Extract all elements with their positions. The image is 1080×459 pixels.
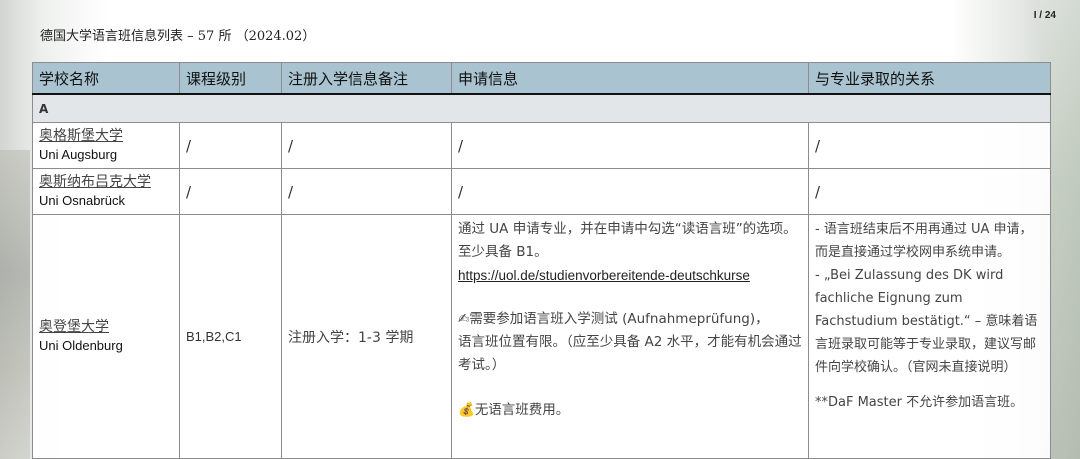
column-header-enrollment: 注册入学信息备注 xyxy=(281,62,452,95)
enrollment-cell: 注册入学：1-3 学期 xyxy=(281,214,452,459)
column-header-application: 申请信息 xyxy=(451,62,809,95)
table-header-row: 学校名称 课程级别 注册入学信息备注 申请信息 与专业录取的关系 xyxy=(32,62,1051,95)
document-title: 德国大学语言班信息列表 – 57 所 （2024.02） xyxy=(40,29,316,44)
school-name-cn-link[interactable]: 奥斯纳布吕克大学 xyxy=(39,173,173,191)
table-row: 奥格斯堡大学 Uni Augsburg / / / / xyxy=(32,122,1051,169)
relation-note-1: - 语言班结束后不用再通过 UA 申请，而是直接通过学校网申系统申请。 xyxy=(815,222,1033,260)
section-row: A xyxy=(32,93,1051,123)
application-cell: 通过 UA 申请专业，并在申请中勾选“读语言班”的选项。至少具备 B1。 htt… xyxy=(451,214,809,459)
capacity-note: 语言班位置有限。（应至少具备 A2 水平，才能有机会通过考试。） xyxy=(458,334,802,373)
money-bag-icon: 💰 xyxy=(458,402,475,418)
relation-note-2: - „Bei Zulassung des DK wird fachliche E… xyxy=(815,268,1038,375)
language-course-table: 学校名称 课程级别 注册入学信息备注 申请信息 与专业录取的关系 A 奥格斯堡大… xyxy=(32,62,1051,459)
application-cell: / xyxy=(451,168,809,215)
relation-note-3: **DaF Master 不允许参加语言班。 xyxy=(815,395,1024,410)
column-header-school: 学校名称 xyxy=(32,62,180,95)
writing-hand-icon: ✍ xyxy=(458,311,470,327)
level-cell: / xyxy=(179,122,282,169)
school-name-en: Uni Oldenburg xyxy=(39,337,123,353)
column-header-level: 课程级别 xyxy=(179,62,282,95)
application-text: 通过 UA 申请专业，并在申请中勾选“读语言班”的选项。至少具备 B1。 xyxy=(458,221,797,260)
school-name-cn-link[interactable]: 奥格斯堡大学 xyxy=(39,127,173,145)
school-name-en: Uni Osnabrück xyxy=(39,192,125,208)
entrance-test-note: ✍需要参加语言班入学测试 (Aufnahmeprüfung)， xyxy=(458,311,769,327)
application-cell: / xyxy=(451,122,809,169)
school-cell: 奥格斯堡大学 Uni Augsburg xyxy=(32,122,180,169)
fee-note: 💰无语言班费用。 xyxy=(458,402,570,418)
enrollment-cell: / xyxy=(281,122,452,169)
level-cell: / xyxy=(179,168,282,215)
course-info-link[interactable]: https://uol.de/studienvorbereitende-deut… xyxy=(458,268,750,283)
relation-cell: / xyxy=(808,168,1051,215)
page-number: I / 24 xyxy=(1033,10,1056,21)
enrollment-cell: / xyxy=(281,168,452,215)
background-photo-left xyxy=(0,150,30,459)
column-header-relation: 与专业录取的关系 xyxy=(808,62,1051,95)
table-row: 奥登堡大学 Uni Oldenburg B1,B2,C1 注册入学：1-3 学期… xyxy=(32,214,1051,459)
table-row: 奥斯纳布吕克大学 Uni Osnabrück / / / / xyxy=(32,168,1051,215)
school-name-cn-link[interactable]: 奥登堡大学 xyxy=(39,318,173,336)
section-label: A xyxy=(32,93,1051,123)
relation-cell: - 语言班结束后不用再通过 UA 申请，而是直接通过学校网申系统申请。 - „B… xyxy=(808,214,1051,459)
school-cell: 奥斯纳布吕克大学 Uni Osnabrück xyxy=(32,168,180,215)
level-cell: B1,B2,C1 xyxy=(179,214,282,459)
school-cell: 奥登堡大学 Uni Oldenburg xyxy=(32,214,180,459)
school-name-en: Uni Augsburg xyxy=(39,146,118,162)
relation-cell: / xyxy=(808,122,1051,169)
